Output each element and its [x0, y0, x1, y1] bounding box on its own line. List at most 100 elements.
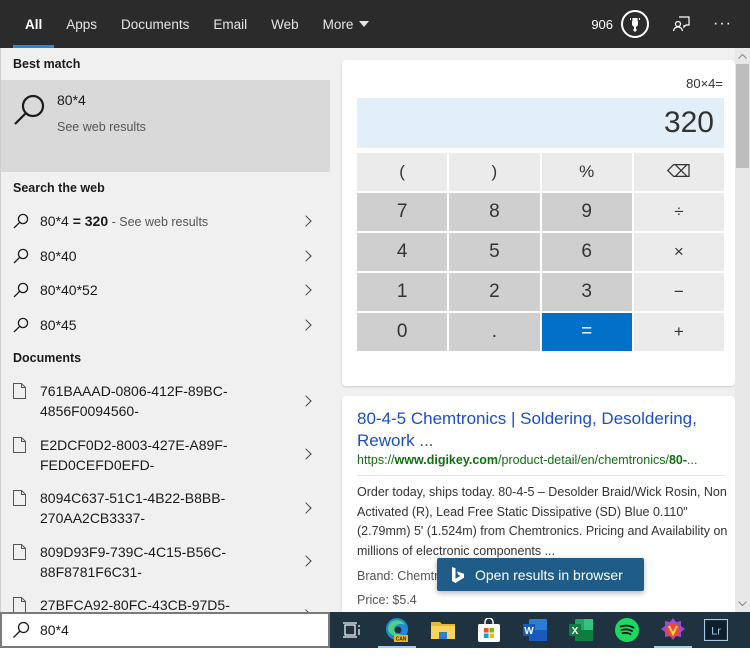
scope-tabs: All Apps Documents Email Web More — [13, 0, 381, 48]
scroll-up-icon[interactable] — [735, 48, 750, 64]
edge-canary-icon[interactable]: CAN — [374, 612, 420, 648]
tab-apps[interactable]: Apps — [54, 0, 109, 48]
tab-email[interactable]: Email — [201, 0, 259, 48]
search-icon — [13, 248, 29, 264]
web-result-price: Price: $5.4 — [357, 593, 417, 607]
best-match-subtitle: See web results — [57, 120, 146, 134]
chevron-right-icon[interactable] — [300, 284, 312, 296]
chevron-right-icon[interactable] — [300, 502, 312, 514]
tab-more[interactable]: More — [311, 0, 382, 48]
calc-key-subtract[interactable]: − — [633, 273, 724, 311]
svg-text:X: X — [572, 626, 579, 637]
tab-web[interactable]: Web — [259, 0, 311, 48]
rewards-points: 906 — [591, 16, 614, 32]
document-icon — [13, 383, 26, 399]
caret-down-icon — [359, 21, 370, 27]
results-list: Best match 80*4 See web results Search t… — [0, 48, 330, 633]
taskbar: CAN W X Lr — [330, 612, 750, 648]
preview-scrollbar[interactable] — [735, 48, 750, 612]
excel-icon[interactable]: X — [558, 612, 604, 648]
svg-text:CAN: CAN — [396, 637, 407, 643]
task-view-icon[interactable] — [330, 612, 374, 648]
spotify-icon[interactable] — [604, 612, 650, 648]
chevron-right-icon[interactable] — [300, 319, 312, 331]
search-icon — [13, 621, 30, 638]
svg-text:Lr: Lr — [711, 626, 721, 638]
document-item[interactable]: 761BAAAD-0806-412F-89BC- 4856F0094560- — [1, 374, 330, 428]
divider — [357, 475, 725, 476]
documents-heading: Documents — [13, 351, 82, 365]
header-actions: 906 ··· — [591, 0, 750, 48]
calc-key-add[interactable]: + — [633, 313, 724, 351]
calc-key-4[interactable]: 4 — [357, 233, 448, 271]
calc-key-6[interactable]: 6 — [541, 233, 632, 271]
search-icon — [13, 317, 29, 333]
calc-key-7[interactable]: 7 — [357, 193, 448, 231]
calc-key-3[interactable]: 3 — [541, 273, 632, 311]
document-icon — [13, 490, 26, 506]
lightroom-icon[interactable]: Lr — [696, 612, 736, 648]
more-options-icon[interactable]: ··· — [713, 15, 732, 33]
calculator-keypad: ()% ⌫ 7 8 9 ÷ 4 5 6 × 1 2 3− 0. = + — [357, 153, 724, 351]
calc-key-9[interactable]: 9 — [541, 193, 632, 231]
search-icon — [13, 214, 29, 229]
calc-key-multiply[interactable]: × — [633, 233, 724, 271]
document-item[interactable]: E2DCF0D2-8003-427E-A89F- FED0CEFD0EFD- — [1, 428, 330, 482]
web-suggestion[interactable]: 80*40*52 — [1, 273, 330, 308]
calc-key-backspace[interactable]: ⌫ — [633, 153, 724, 191]
best-match-item[interactable]: 80*4 See web results — [1, 80, 330, 172]
web-suggestion[interactable]: 80*45 — [1, 308, 330, 343]
document-icon — [13, 543, 26, 560]
web-result-title-link[interactable]: 80-4-5 Chemtronics | Soldering, Desolder… — [357, 408, 727, 452]
chevron-right-icon[interactable] — [300, 448, 312, 460]
preview-pane: 80×4= 320 ()% ⌫ 7 8 9 ÷ 4 5 6 × 1 2 3− 0. = + 80-4-5 Ch… — [330, 48, 750, 612]
scroll-down-icon[interactable] — [735, 596, 750, 612]
calculator-result: 320 — [357, 98, 724, 148]
tab-all[interactable]: All — [13, 0, 55, 48]
open-results-in-browser-button[interactable]: Open results in browser — [437, 558, 644, 591]
calc-key-close-paren[interactable]: ) — [449, 153, 540, 191]
chevron-right-icon[interactable] — [300, 395, 312, 407]
document-icon — [13, 597, 26, 613]
chevron-right-icon[interactable] — [300, 555, 312, 567]
file-explorer-icon[interactable] — [420, 612, 466, 648]
tab-documents[interactable]: Documents — [109, 0, 201, 48]
search-box — [0, 612, 330, 648]
calc-key-percent[interactable]: % — [541, 153, 632, 191]
feedback-icon[interactable] — [671, 14, 691, 34]
chevron-right-icon[interactable] — [300, 215, 312, 227]
best-match-query: 80*4 — [57, 92, 86, 108]
calc-key-1[interactable]: 1 — [357, 273, 448, 311]
scroll-thumb[interactable] — [736, 64, 749, 168]
calc-key-0[interactable]: 0 — [357, 313, 448, 351]
svg-text:W: W — [524, 626, 534, 637]
calc-key-equals[interactable]: = — [541, 313, 632, 351]
calculator-expression: 80×4= — [686, 76, 723, 91]
web-suggestion[interactable]: 80*40 — [1, 239, 330, 274]
document-icon — [13, 436, 26, 453]
calc-key-8[interactable]: 8 — [449, 193, 540, 231]
rewards-trophy-icon[interactable] — [621, 10, 650, 38]
best-match-heading: Best match — [13, 57, 81, 71]
document-item[interactable]: 809D93F9-739C-4C15-B56C- 88F8781F6C31- — [1, 535, 330, 589]
calc-key-5[interactable]: 5 — [449, 233, 540, 271]
chevron-right-icon[interactable] — [300, 250, 312, 262]
calc-key-open-paren[interactable]: ( — [357, 153, 448, 191]
calculator-card: 80×4= 320 ()% ⌫ 7 8 9 ÷ 4 5 6 × 1 2 3− 0. = + — [342, 60, 735, 386]
search-header: All Apps Documents Email Web More 906 ··… — [0, 0, 750, 48]
search-web-heading: Search the web — [13, 181, 105, 195]
search-input[interactable] — [40, 622, 300, 638]
bing-icon — [452, 566, 464, 583]
word-icon[interactable]: W — [512, 612, 558, 648]
search-icon — [14, 94, 45, 125]
document-item[interactable]: 8094C637-51C1-4B22-B8BB- 270AA2CB3337- — [1, 481, 330, 535]
web-suggestion[interactable]: 80*4 = 320 - See web results — [1, 204, 330, 239]
calc-key-decimal[interactable]: . — [449, 313, 540, 351]
web-result-description: Order today, ships today. 80-4-5 – Desol… — [357, 485, 728, 558]
vivaldi-like-icon[interactable] — [650, 612, 696, 648]
calc-key-divide[interactable]: ÷ — [633, 193, 724, 231]
search-icon — [13, 283, 29, 298]
web-result-url[interactable]: https://www.digikey.com/product-detail/e… — [357, 453, 697, 467]
calc-key-2[interactable]: 2 — [449, 273, 540, 311]
microsoft-store-icon[interactable] — [466, 612, 512, 648]
